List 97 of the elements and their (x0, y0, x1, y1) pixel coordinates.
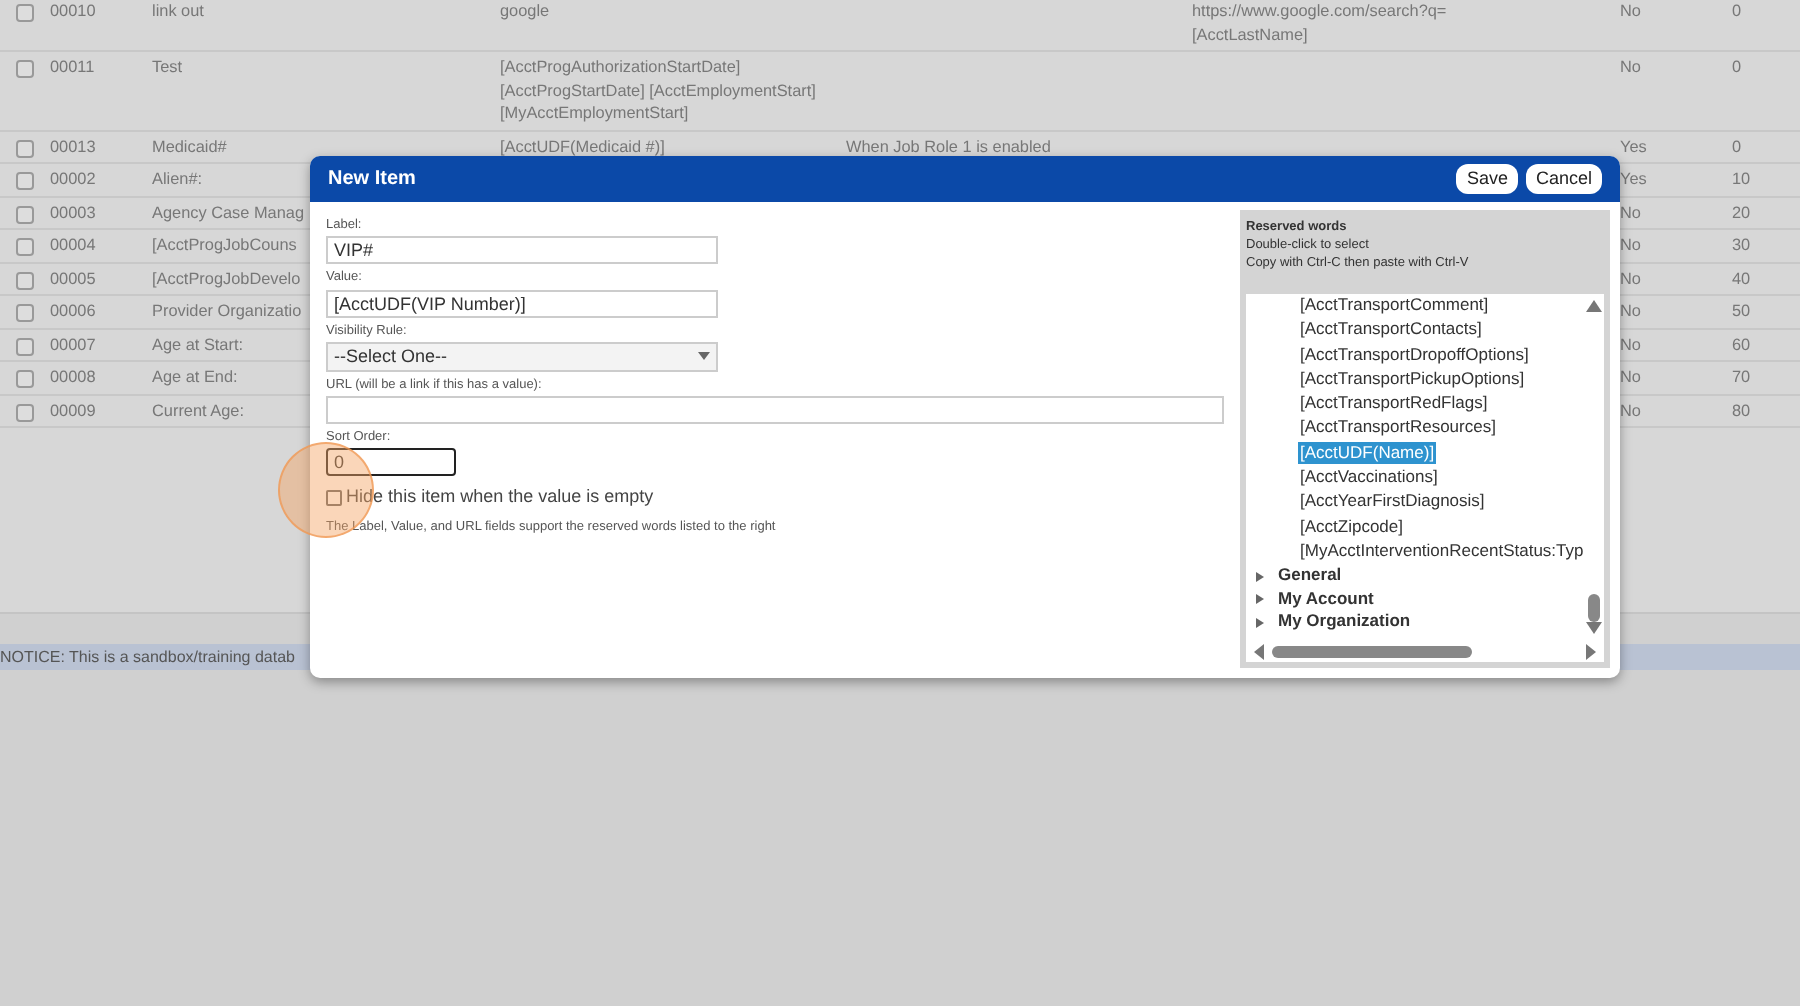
table-cell: 00010 (50, 2, 96, 20)
table-cell: Provider Organizatio (152, 302, 302, 320)
caret-icon (1256, 594, 1264, 605)
table-cell: 00005 (50, 269, 96, 287)
row-checkbox[interactable] (16, 304, 34, 322)
table-cell: [AcctProgJobCouns (152, 236, 297, 254)
table-cell: Alien#: (152, 170, 203, 188)
row-checkbox[interactable] (16, 139, 34, 157)
table-cell: 00003 (50, 203, 96, 221)
tree-group[interactable]: My Organization (1246, 610, 1586, 635)
table-cell: 00004 (50, 236, 96, 254)
table-cell: 00013 (50, 137, 96, 155)
table-cell: No (1620, 368, 1641, 386)
scrollbar-thumb[interactable] (1272, 645, 1472, 657)
dialog-title: New Item (328, 166, 416, 194)
tree-item[interactable]: [AcctZipcode] (1298, 515, 1405, 539)
scroll-left-icon[interactable] (1254, 643, 1264, 659)
table-cell: No (1620, 203, 1641, 221)
table-cell: 00009 (50, 401, 96, 419)
table-cell: Yes (1620, 137, 1647, 155)
tree-item[interactable]: [AcctTransportResources] (1298, 416, 1498, 441)
row-checkbox[interactable] (16, 238, 34, 256)
table-cell: 50 (1732, 302, 1751, 320)
table-cell: 00006 (50, 302, 96, 320)
input-field[interactable]: [AcctUDF(VIP Number)] (326, 289, 718, 318)
caret-icon (1256, 617, 1264, 628)
input-field[interactable] (326, 396, 1224, 425)
checkbox-label: Hide this item when the value is empty (346, 484, 654, 511)
table-cell: Test (152, 58, 183, 76)
table-cell: 30 (1732, 236, 1751, 254)
caret-icon (1256, 571, 1264, 582)
table-cell: Agency Case Manag (152, 203, 305, 221)
table-cell: 70 (1732, 368, 1751, 386)
table-cell: No (1620, 401, 1641, 419)
scroll-right-icon[interactable] (1585, 643, 1596, 659)
table-cell: Age at Start: (152, 335, 244, 353)
table-cell: No (1620, 236, 1641, 254)
table-cell: google (500, 2, 550, 20)
table-cell: 0 (1732, 2, 1742, 20)
tree-item[interactable]: [AcctTransportRedFlags] (1298, 392, 1490, 416)
row-checkbox[interactable] (16, 60, 34, 78)
table-cell: 00011 (50, 58, 95, 76)
table-cell: 0 (1732, 137, 1742, 155)
table-cell: No (1620, 335, 1641, 353)
save-button[interactable]: Save (1456, 164, 1518, 194)
table-cell: 00007 (50, 335, 96, 353)
input-field[interactable]: VIP# (326, 236, 718, 265)
table-cell: [AcctProgAuthorizationStartDate] (500, 58, 741, 76)
table-cell: [AcctProgJobDevelo (152, 269, 301, 287)
row-checkbox[interactable] (16, 271, 34, 289)
table-cell: 0 (1732, 58, 1742, 76)
tree-group[interactable]: General (1246, 564, 1586, 588)
row-checkbox[interactable] (16, 337, 34, 355)
tree-item[interactable]: [AcctTransportComment] (1298, 294, 1491, 318)
table-cell: 00008 (50, 368, 96, 386)
table-cell: No (1620, 269, 1641, 287)
tree-item[interactable]: [AcctTransportContacts] (1298, 318, 1484, 342)
table-cell: 60 (1732, 335, 1751, 353)
table-cell: Medicaid# (152, 137, 227, 155)
table-cell: 80 (1732, 401, 1751, 419)
input-field[interactable]: 0 (326, 448, 456, 477)
table-cell: [AcctUDF(Medicaid #)] (500, 137, 665, 155)
notice-text: NOTICE: This is a sandbox/training datab (0, 648, 295, 666)
tree-item[interactable]: [AcctTransportDropoffOptions] (1298, 343, 1531, 367)
row-checkbox[interactable] (16, 205, 34, 223)
scrollbar-thumb[interactable] (1588, 594, 1601, 622)
table-cell: Age at End: (152, 368, 238, 386)
tree-item[interactable]: [AcctTransportPickupOptions] (1298, 367, 1527, 391)
select-field[interactable]: --Select One-- (326, 341, 718, 372)
table-cell: Yes (1620, 170, 1647, 188)
table-cell: No (1620, 302, 1641, 320)
cancel-button[interactable]: Cancel (1525, 164, 1602, 194)
row-checkbox[interactable] (16, 172, 34, 190)
checkbox[interactable] (326, 490, 342, 507)
table-cell: No (1620, 58, 1641, 76)
tree-item[interactable]: [MyAcctInterventionRecentStatus:Typ (1298, 539, 1586, 564)
row-checkbox[interactable] (16, 403, 34, 421)
row-checkbox[interactable] (16, 4, 34, 22)
table-cell: No (1620, 2, 1641, 20)
table-cell: link out (152, 2, 204, 20)
tree-group[interactable]: My Account (1246, 587, 1586, 611)
table-cell: 20 (1732, 203, 1751, 221)
table-cell: [AcctLastName] (1192, 25, 1308, 43)
table-cell: When Job Role 1 is enabled (846, 137, 1051, 155)
table-cell: 00002 (50, 170, 96, 188)
tree-item[interactable]: [AcctYearFirstDiagnosis] (1298, 490, 1487, 514)
table-cell: https://www.google.com/search?q= (1192, 2, 1447, 20)
row-checkbox[interactable] (16, 370, 34, 388)
table-cell: 10 (1732, 170, 1751, 188)
table-cell: 40 (1732, 269, 1751, 287)
caret-icon (698, 352, 710, 361)
scroll-up-icon[interactable] (1586, 300, 1603, 312)
table-cell: Current Age: (152, 401, 244, 419)
tree-item[interactable]: [AcctVaccinations] (1298, 466, 1440, 490)
table-cell: [AcctProgStartDate] [AcctEmploymentStart] (500, 81, 816, 99)
scroll-down-icon[interactable] (1586, 622, 1603, 634)
table-cell: [MyAcctEmploymentStart] (500, 104, 689, 122)
